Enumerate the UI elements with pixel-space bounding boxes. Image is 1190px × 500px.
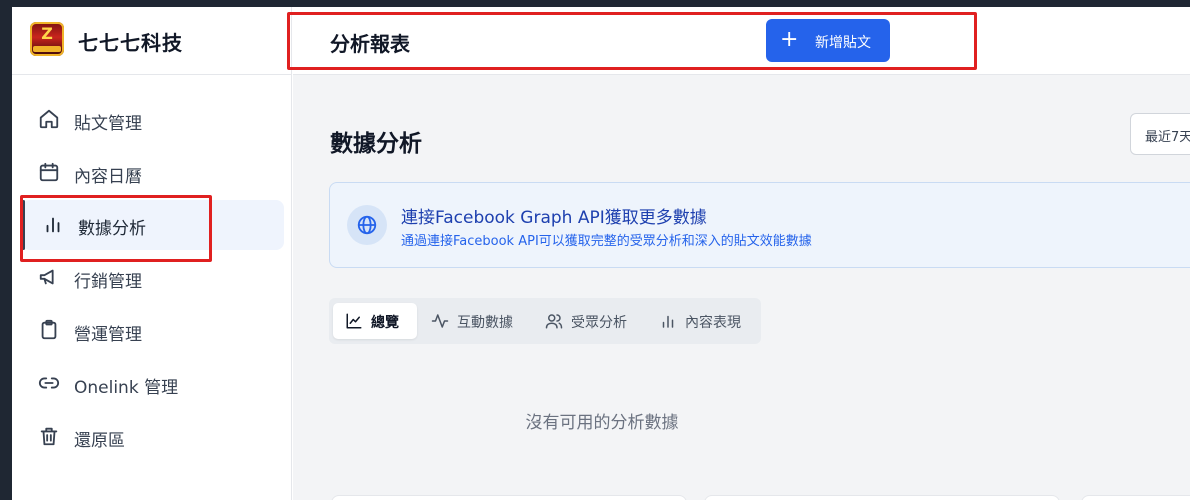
app-window: Z 七七七科技 貼文管理 內容日曆 數據分析 行銷管理 營運管理 Onelink… [12, 7, 1190, 500]
sidebar-item-calendar[interactable]: 內容日曆 [22, 148, 284, 198]
date-range-value: 最近7天 [1145, 130, 1190, 145]
home-icon [39, 109, 59, 129]
logo-strip [33, 46, 61, 52]
globe-icon [357, 215, 377, 235]
api-connect-banner[interactable]: 連接Facebook Graph API獲取更多數據 通過連接Facebook … [329, 182, 1190, 268]
brand-name: 七七七科技 [78, 31, 183, 55]
sidebar-item-onelink[interactable]: Onelink 管理 [22, 359, 284, 409]
banner-title: 連接Facebook Graph API獲取更多數據 [401, 208, 707, 228]
logo-letter: Z [41, 24, 53, 43]
banner-description: 通過連接Facebook API可以獲取完整的受眾分析和深入的貼文效能數據 [401, 234, 812, 249]
sidebar-item-label: 行銷管理 [74, 272, 142, 292]
sidebar-item-label: Onelink 管理 [74, 378, 179, 398]
bar-chart-icon [662, 315, 674, 328]
stat-card [1081, 495, 1190, 500]
date-range-select[interactable]: 最近7天 [1130, 113, 1190, 155]
annotation-box-header [287, 12, 977, 70]
brand-area: Z 七七七科技 [12, 7, 292, 75]
stat-card [331, 495, 687, 500]
empty-state-message: 沒有可用的分析數據 [525, 413, 679, 433]
section-title: 數據分析 [330, 131, 422, 157]
sidebar-item-operations[interactable]: 營運管理 [22, 306, 284, 356]
calendar-icon [39, 162, 59, 182]
tab-label: 互動數據 [457, 315, 513, 331]
sidebar-item-label: 貼文管理 [74, 114, 142, 134]
tab-overview[interactable]: 總覽 [333, 303, 417, 339]
sidebar-item-label: 營運管理 [74, 325, 142, 345]
stat-card [704, 495, 1060, 500]
tab-label: 內容表現 [685, 315, 741, 331]
megaphone-icon [39, 269, 54, 285]
tab-label: 總覽 [371, 315, 399, 331]
link-icon [38, 377, 60, 389]
sidebar-item-posts[interactable]: 貼文管理 [22, 95, 284, 145]
activity-icon [431, 314, 449, 328]
tab-engagement[interactable]: 互動數據 [419, 303, 527, 339]
globe-icon-wrap [347, 205, 387, 245]
sidebar-item-label: 內容日曆 [74, 167, 142, 187]
brand-logo: Z [30, 22, 64, 56]
area-chart-icon [346, 313, 362, 329]
tab-content-performance[interactable]: 內容表現 [647, 303, 757, 339]
analytics-tabs: 總覽 互動數據 受眾分析 內容表現 [329, 298, 761, 344]
main-content: 數據分析 最近7天 連接Facebook Graph API獲取更多數據 通過連… [293, 75, 1190, 500]
tab-audience[interactable]: 受眾分析 [533, 303, 641, 339]
clipboard-icon [41, 319, 57, 340]
tab-label: 受眾分析 [571, 315, 627, 331]
annotation-box-analytics [20, 195, 212, 262]
users-icon [545, 314, 563, 329]
